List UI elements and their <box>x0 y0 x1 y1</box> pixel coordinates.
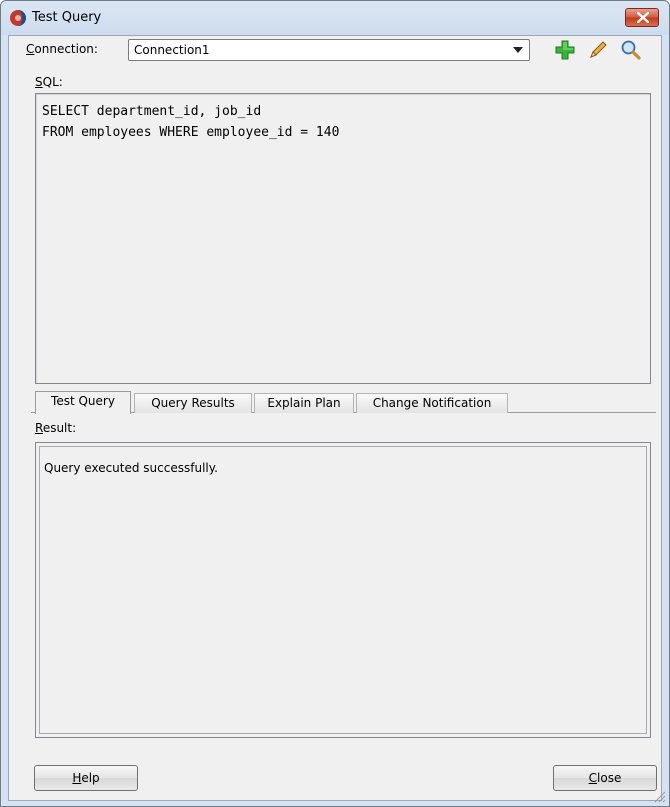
resize-grip-icon[interactable] <box>652 789 666 803</box>
browse-magnifier-icon[interactable] <box>620 39 642 61</box>
connection-label: Connection: <box>26 42 98 56</box>
tab-query-results[interactable]: Query Results <box>134 393 252 413</box>
chevron-down-icon <box>513 47 523 53</box>
tab-strip: Test Query Query Results Explain Plan Ch… <box>31 391 656 414</box>
sql-editor[interactable]: SELECT department_id, job_id FROM employ… <box>35 93 651 384</box>
sql-label: SQL: <box>35 75 63 89</box>
result-box[interactable]: Query executed successfully. <box>35 442 651 738</box>
result-inner-frame: Query executed successfully. <box>39 446 647 734</box>
title-bar[interactable]: Test Query <box>1 1 669 35</box>
window-close-button[interactable] <box>625 8 659 27</box>
sql-line: SELECT department_id, job_id <box>42 104 262 119</box>
app-logo-icon <box>10 10 26 26</box>
tab-test-query[interactable]: Test Query <box>35 391 131 414</box>
result-message: Query executed successfully. <box>44 461 218 475</box>
window-title: Test Query <box>32 10 102 25</box>
close-button[interactable]: Close <box>553 765 657 791</box>
dialog-window: Test Query Connection: Connection1 SQL: … <box>0 0 670 807</box>
result-label: Result: <box>35 421 77 435</box>
edit-pencil-icon[interactable] <box>587 39 609 61</box>
add-icon[interactable] <box>554 39 576 61</box>
tab-change-notification[interactable]: Change Notification <box>356 393 508 413</box>
connection-select-value: Connection1 <box>134 43 210 57</box>
help-button[interactable]: Help <box>34 765 138 791</box>
close-icon <box>637 12 649 23</box>
tab-explain-plan[interactable]: Explain Plan <box>254 393 354 413</box>
connection-select[interactable]: Connection1 <box>128 39 530 61</box>
sql-line: FROM employees WHERE employee_id = 140 <box>42 125 340 140</box>
